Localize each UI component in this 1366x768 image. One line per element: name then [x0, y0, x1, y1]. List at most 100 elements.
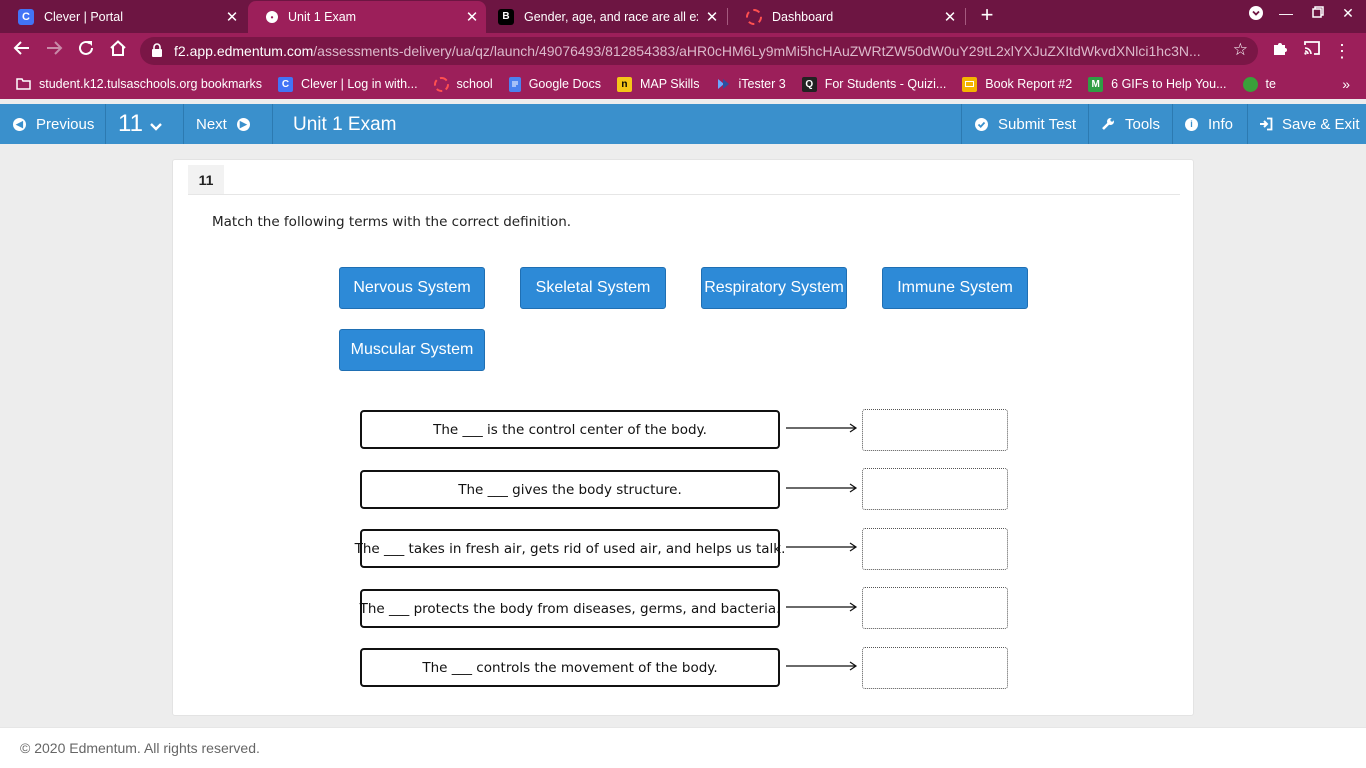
question-card: 11 Match the following terms with the co… — [172, 159, 1194, 716]
close-icon[interactable]: ✕ — [218, 8, 246, 26]
chevron-down-icon — [150, 123, 162, 131]
url-domain: f2.app.edmentum.com — [174, 43, 314, 59]
tab-dashboard[interactable]: Dashboard ✕ — [728, 0, 964, 33]
reload-icon[interactable] — [74, 39, 98, 63]
bookmark-gifs[interactable]: M 6 GIFs to Help You... — [1088, 76, 1227, 92]
tab-separator — [965, 8, 966, 25]
bookmark-label: iTester 3 — [738, 77, 786, 91]
arrow-right-icon: ▶ — [236, 117, 250, 131]
submit-label: Submit Test — [998, 115, 1077, 133]
bookmark-book-report[interactable]: Book Report #2 — [962, 76, 1073, 92]
save-exit-label: Save & Exit — [1282, 115, 1360, 133]
dashboard-icon — [433, 76, 449, 92]
next-button[interactable]: Next ▶ — [184, 104, 273, 144]
tab-clever-portal[interactable]: C Clever | Portal ✕ — [0, 0, 246, 33]
browser-tab-strip: C Clever | Portal ✕ • Unit 1 Exam ✕ B Ge… — [0, 0, 1366, 33]
question-number-dropdown[interactable]: 11 — [106, 104, 184, 144]
close-window-icon[interactable]: ✕ — [1336, 5, 1360, 22]
tab-title: Dashboard — [772, 9, 834, 24]
tab-search-icon[interactable] — [1244, 5, 1268, 24]
bookmark-google-docs[interactable]: Google Docs — [508, 76, 601, 92]
tab-gender-age-race[interactable]: B Gender, age, and race are all exa ✕ — [480, 0, 726, 33]
more-bookmarks-chevron-icon[interactable]: » — [1342, 76, 1350, 92]
term-immune-system[interactable]: Immune System — [882, 267, 1028, 309]
info-button[interactable]: i Info — [1172, 104, 1247, 144]
copyright-text: © 2020 Edmentum. All rights reserved. — [20, 740, 260, 756]
definition-box: The ___ is the control center of the bod… — [360, 410, 780, 449]
extensions-puzzle-icon[interactable] — [1268, 39, 1292, 63]
wrench-icon — [1102, 118, 1114, 130]
definition-box: The ___ gives the body structure. — [360, 470, 780, 509]
new-tab-plus-icon[interactable]: + — [976, 4, 998, 28]
bookmarks-bar: student.k12.tulsaschools.org bookmarks C… — [0, 69, 1366, 99]
info-icon: i — [1185, 117, 1198, 131]
definition-box: The ___ protects the body from diseases,… — [360, 589, 780, 628]
tab-unit-1-exam[interactable]: • Unit 1 Exam ✕ — [248, 1, 486, 33]
drop-target-4[interactable] — [862, 587, 1008, 629]
m-icon: M — [1088, 76, 1104, 92]
bookmark-label: Clever | Log in with... — [301, 77, 418, 91]
bookmark-quizizz[interactable]: Q For Students - Quizi... — [801, 76, 947, 92]
edmentum-icon: • — [266, 11, 278, 23]
bookmark-label: school — [456, 77, 493, 91]
dashboard-icon — [746, 8, 762, 25]
drop-target-5[interactable] — [862, 647, 1008, 689]
bookmark-map-skills[interactable]: n MAP Skills — [616, 76, 699, 92]
back-arrow-icon[interactable] — [10, 39, 34, 63]
sign-in-icon — [1260, 117, 1273, 131]
clever-icon: C — [18, 8, 34, 25]
minimize-icon[interactable]: — — [1274, 5, 1298, 21]
bookmark-itester[interactable]: iTester 3 — [715, 77, 786, 92]
url-text: f2.app.edmentum.com/assessments-delivery… — [174, 43, 1201, 59]
previous-button[interactable]: ◀ Previous — [0, 104, 106, 144]
bookmark-school[interactable]: school — [433, 76, 493, 92]
menu-kebab-icon[interactable]: ⋮ — [1330, 39, 1354, 63]
term-respiratory-system[interactable]: Respiratory System — [701, 267, 847, 309]
definition-box: The ___ controls the movement of the bod… — [360, 648, 780, 687]
circle-icon — [1242, 76, 1258, 92]
close-icon[interactable]: ✕ — [936, 8, 964, 26]
browser-toolbar: f2.app.edmentum.com/assessments-delivery… — [0, 33, 1366, 69]
lock-icon[interactable] — [152, 43, 162, 57]
bookmark-label: student.k12.tulsaschools.org bookmarks — [39, 77, 263, 91]
bookmark-label: For Students - Quizi... — [824, 77, 947, 91]
arrow-right-icon — [786, 423, 858, 433]
tab-title: Unit 1 Exam — [288, 10, 357, 24]
bookmark-clever[interactable]: C Clever | Log in with... — [278, 76, 418, 92]
bookmark-te[interactable]: te — [1242, 76, 1276, 92]
bookmark-label: te — [1265, 77, 1276, 91]
tab-title: Gender, age, and race are all exa — [524, 9, 698, 24]
arrow-left-icon: ◀ — [13, 117, 26, 131]
arrow-right-icon — [786, 542, 858, 552]
divider — [188, 194, 1180, 195]
check-circle-icon — [975, 117, 988, 131]
map-icon: n — [616, 76, 632, 92]
itester-icon — [715, 77, 730, 92]
drop-target-3[interactable] — [862, 528, 1008, 570]
term-muscular-system[interactable]: Muscular System — [339, 329, 485, 371]
next-label: Next — [196, 115, 227, 133]
cast-icon[interactable] — [1300, 39, 1324, 63]
previous-label: Previous — [36, 115, 95, 133]
bookmark-star-icon[interactable]: ☆ — [1233, 40, 1248, 60]
term-skeletal-system[interactable]: Skeletal System — [520, 267, 666, 309]
drop-target-2[interactable] — [862, 468, 1008, 510]
submit-test-button[interactable]: Submit Test — [961, 104, 1088, 144]
restore-icon[interactable] — [1306, 5, 1330, 21]
drop-target-1[interactable] — [862, 409, 1008, 451]
bookmark-folder[interactable]: student.k12.tulsaschools.org bookmarks — [16, 77, 262, 92]
address-bar[interactable]: f2.app.edmentum.com/assessments-delivery… — [140, 37, 1258, 65]
definition-box: The ___ takes in fresh air, gets rid of … — [355, 529, 785, 568]
term-nervous-system[interactable]: Nervous System — [339, 267, 485, 309]
bookmark-label: 6 GIFs to Help You... — [1111, 77, 1227, 91]
arrow-right-icon — [786, 602, 858, 612]
close-icon[interactable]: ✕ — [698, 8, 726, 26]
save-exit-button[interactable]: Save & Exit — [1247, 104, 1366, 144]
tools-button[interactable]: Tools — [1088, 104, 1172, 144]
bookmark-label: Book Report #2 — [985, 77, 1073, 91]
forward-arrow-icon[interactable] — [42, 39, 66, 63]
arrow-right-icon — [786, 661, 858, 671]
arrow-right-icon — [786, 483, 858, 493]
home-icon[interactable] — [106, 39, 130, 63]
bookmark-label: Google Docs — [528, 77, 601, 91]
